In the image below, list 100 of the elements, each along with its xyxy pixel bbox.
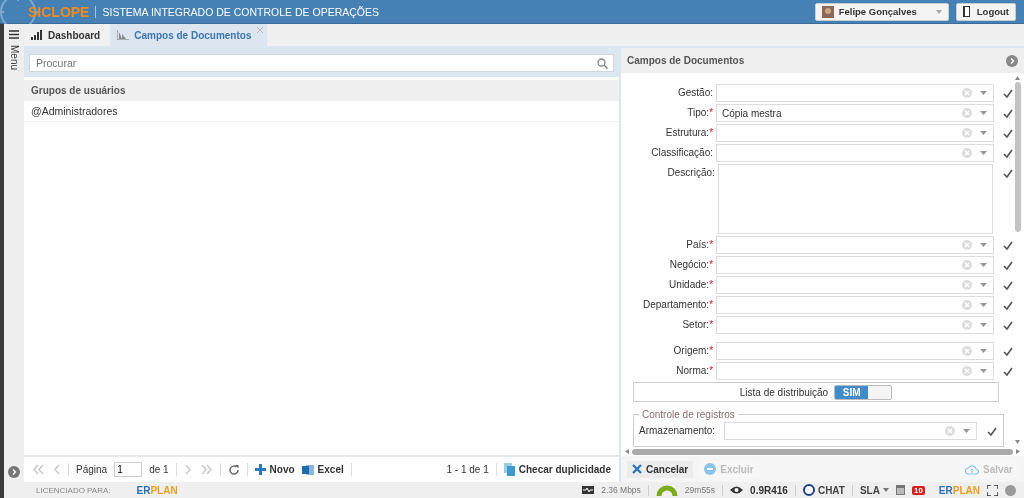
search-icon[interactable] [597,58,608,69]
field-label: Tipo:* [686,106,714,120]
network-icon [582,486,595,494]
fullscreen-icon[interactable] [987,484,998,496]
chat-button[interactable]: CHAT [802,484,845,496]
record-count: 1 - 1 de 1 [446,464,489,475]
menu-icon[interactable] [9,30,19,39]
caret-icon[interactable] [979,151,987,155]
connection-speed: 2.36 Mbps [601,485,641,495]
select-field[interactable] [716,256,994,274]
refresh-icon[interactable] [227,463,240,476]
field-label: Departamento:* [641,298,714,312]
scroll-down-icon[interactable] [1015,440,1020,444]
caret-icon[interactable] [979,131,987,135]
checkbox[interactable] [1002,147,1014,159]
erplan-logo: ERPLAN [931,484,980,496]
select-field[interactable] [716,276,994,294]
checkbox[interactable] [1002,167,1014,179]
tab[interactable]: Campos de Documentos [110,24,268,46]
documents-icon [503,463,515,476]
field-label: Setor:* [681,318,714,332]
field-label: Norma:* [675,364,714,378]
description-field[interactable] [717,164,994,234]
section-legend: Controle de registros [639,409,738,420]
collapse-icon[interactable] [1006,54,1018,67]
select-field[interactable] [716,144,994,162]
minus-circle-icon [704,463,717,475]
plus-icon [254,464,266,475]
page-field[interactable]: 1 [114,462,143,477]
field-label: Classificação: [650,146,714,160]
caret-icon[interactable] [979,349,987,353]
caret-icon[interactable] [979,323,987,327]
checkbox[interactable] [1002,107,1014,119]
select-field[interactable] [716,84,994,102]
checkbox[interactable] [1002,365,1014,377]
excel-button[interactable]: Excel [301,463,344,476]
gauge-icon [655,484,678,496]
checkbox[interactable] [1002,345,1014,357]
caret-icon [882,488,889,492]
last-page-icon[interactable] [198,464,213,475]
vertical-scrollbar[interactable] [1014,73,1021,447]
table-row[interactable]: @Administradores [24,101,619,122]
new-button[interactable]: Novo [254,464,295,475]
caret-icon[interactable] [979,369,987,373]
close-icon[interactable] [257,27,264,33]
scroll-right-icon[interactable] [1016,449,1020,454]
checkbox[interactable] [986,425,998,437]
select-field[interactable]: Cópia mestra [716,104,994,122]
select-field[interactable] [716,236,994,254]
select-field[interactable] [716,124,994,142]
user-menu[interactable]: Felipe Gonçalves [814,2,949,21]
brand-logo: SICLOPE [28,3,90,20]
scroll-up-icon[interactable] [1015,76,1020,80]
select-field[interactable] [716,316,994,334]
select-field[interactable] [716,362,994,380]
previous-page-icon[interactable] [53,464,61,475]
calendar-icon[interactable] [895,485,905,495]
checkbox[interactable] [1002,279,1014,291]
panel-title: Campos de Documentos [627,55,745,66]
select-field[interactable] [716,296,994,314]
checkbox[interactable] [1002,87,1014,99]
search-field[interactable]: Procurar [29,54,614,72]
caret-icon[interactable] [979,283,987,287]
select-field[interactable] [724,422,977,440]
menu-label[interactable]: Menu [8,45,20,70]
sla-dropdown[interactable]: SLA [859,484,889,496]
next-page-icon[interactable] [183,464,192,475]
checkbox[interactable] [1002,239,1014,251]
app-title: SISTEMA INTEGRADO DE CONTROLE DE OPERAÇÕES [102,5,380,18]
close-icon [632,464,642,474]
spreadsheet-icon [301,463,314,476]
caret-icon[interactable] [979,91,987,95]
action-button[interactable]: Cancelar [627,460,694,478]
notification-badge[interactable]: 10 [911,485,925,495]
page-label: Página [76,464,108,475]
checkbox[interactable] [1002,299,1014,311]
tab[interactable]: Dashboard [24,24,111,46]
first-page-icon[interactable] [32,464,46,475]
caret-icon[interactable] [979,263,987,267]
logout-button[interactable]: Logout [955,2,1016,21]
caret-icon[interactable] [963,429,970,433]
eye-icon [730,486,744,494]
toggle-switch[interactable]: SIM [834,384,893,400]
column-header[interactable]: Grupos de usuários [24,80,619,101]
select-field[interactable] [716,342,994,360]
distribution-label: Lista de distribuição [739,386,829,398]
field-label: País:* [685,238,714,252]
caret-icon[interactable] [979,303,987,307]
check-duplicates-button[interactable]: Checar duplicidade [503,463,611,476]
checkbox[interactable] [1002,127,1014,139]
expand-icon[interactable] [8,466,20,478]
checkbox[interactable] [1002,259,1014,271]
scroll-left-icon[interactable] [625,449,629,454]
caret-icon[interactable] [979,243,987,247]
field-label: Armazenamento: [639,424,717,438]
caret-icon[interactable] [979,111,987,115]
field-label: Estrutura:* [664,126,714,140]
checkbox[interactable] [1002,319,1014,331]
license-label: LICENCIADO PARA: [36,485,111,495]
session-timer: 29m55s [684,485,716,495]
